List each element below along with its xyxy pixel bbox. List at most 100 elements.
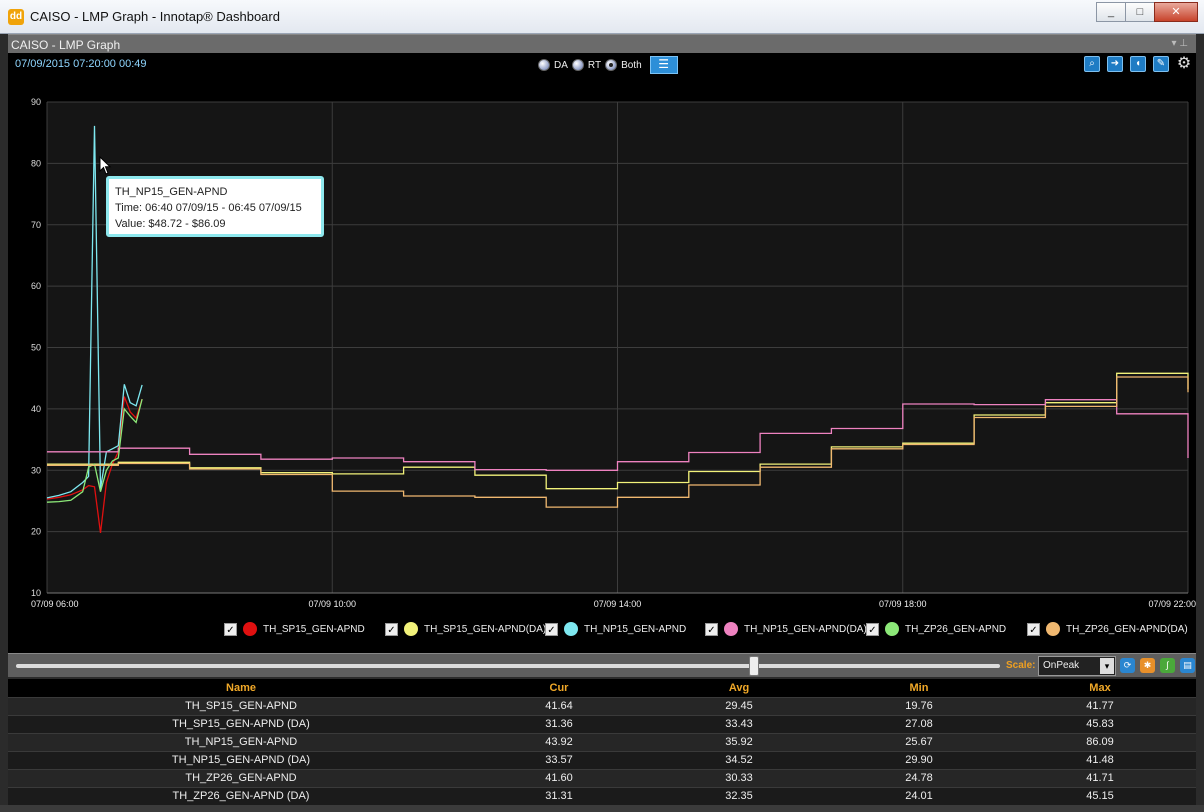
x-tick-label: 07/09 10:00 xyxy=(308,599,356,609)
radio-rt[interactable] xyxy=(571,59,584,71)
window-title: CAISO - LMP Graph - Innotap® Dashboard xyxy=(30,9,280,24)
table-header-row: Name Cur Avg Min Max xyxy=(8,679,1196,697)
scale-label: Scale: xyxy=(1006,660,1036,671)
x-tick-label: 07/09 22:00 xyxy=(1148,599,1196,609)
cell-cur: 41.64 xyxy=(474,696,644,715)
legend-item[interactable]: ✓ TH_NP15_GEN-APND(DA) xyxy=(705,622,867,636)
radio-both[interactable] xyxy=(605,59,618,71)
cell-max: 41.77 xyxy=(1004,696,1196,715)
col-header-avg[interactable]: Avg xyxy=(644,679,834,697)
table-row[interactable]: TH_SP15_GEN-APND (DA) 31.36 33.43 27.08 … xyxy=(8,714,1196,733)
y-tick-label: 70 xyxy=(31,220,41,230)
panel-title: CAISO - LMP Graph xyxy=(11,38,121,52)
cell-name: TH_SP15_GEN-APND (DA) xyxy=(8,714,474,733)
legend-checkbox[interactable]: ✓ xyxy=(224,622,237,636)
forward-icon[interactable]: ➜ xyxy=(1107,56,1123,72)
legend-checkbox[interactable]: ✓ xyxy=(866,622,879,636)
legend-swatch xyxy=(885,622,899,636)
legend-label: TH_NP15_GEN-APND(DA) xyxy=(744,623,867,635)
mode-selector: DA RT Both ☰ xyxy=(538,56,678,74)
cell-name: TH_NP15_GEN-APND xyxy=(8,732,474,751)
legend-swatch xyxy=(243,622,257,636)
cell-max: 45.15 xyxy=(1004,786,1196,805)
legend-checkbox[interactable]: ✓ xyxy=(705,622,718,636)
cell-name: TH_SP15_GEN-APND xyxy=(8,696,474,715)
slider-thumb[interactable] xyxy=(749,656,759,676)
cell-avg: 29.45 xyxy=(644,696,834,715)
scale-select[interactable]: OnPeak ▾ xyxy=(1038,656,1116,676)
zoom-icon[interactable]: ⌕ xyxy=(1084,56,1100,72)
table-row[interactable]: TH_SP15_GEN-APND 41.64 29.45 19.76 41.77 xyxy=(8,696,1196,715)
legend-checkbox[interactable]: ✓ xyxy=(385,622,398,636)
cell-cur: 41.60 xyxy=(474,768,644,787)
cell-min: 25.67 xyxy=(834,732,1004,751)
cell-avg: 30.33 xyxy=(644,768,834,787)
y-tick-label: 20 xyxy=(31,527,41,537)
cell-min: 24.78 xyxy=(834,768,1004,787)
y-tick-label: 10 xyxy=(31,588,41,598)
col-header-cur[interactable]: Cur xyxy=(474,679,644,697)
table-row[interactable]: TH_NP15_GEN-APND 43.92 35.92 25.67 86.09 xyxy=(8,732,1196,751)
cell-name: TH_ZP26_GEN-APND (DA) xyxy=(8,786,474,805)
taskbar-strip xyxy=(0,805,1204,812)
chart-icon[interactable]: ✎ xyxy=(1153,56,1169,72)
chevron-down-icon[interactable]: ▾ xyxy=(1100,658,1114,674)
tooltip-series: TH_NP15_GEN-APND xyxy=(115,186,228,198)
table-row[interactable]: TH_ZP26_GEN-APND 41.60 30.33 24.78 41.71 xyxy=(8,768,1196,787)
cell-min: 19.76 xyxy=(834,696,1004,715)
cell-avg: 32.35 xyxy=(644,786,834,805)
cell-min: 27.08 xyxy=(834,714,1004,733)
cell-max: 86.09 xyxy=(1004,732,1196,751)
cell-avg: 34.52 xyxy=(644,750,834,769)
mouse-cursor-icon xyxy=(99,156,112,175)
cell-avg: 35.92 xyxy=(644,732,834,751)
col-header-name[interactable]: Name xyxy=(8,679,474,697)
minimize-button[interactable]: _ xyxy=(1096,2,1126,22)
legend-swatch xyxy=(404,622,418,636)
window-titlebar: dd CAISO - LMP Graph - Innotap® Dashboar… xyxy=(0,0,1204,34)
legend-checkbox[interactable]: ✓ xyxy=(545,622,558,636)
refresh-icon[interactable]: ⟳ xyxy=(1120,658,1135,673)
current-datetime: 07/09/2015 07:20:00 00:49 xyxy=(15,58,147,70)
col-header-max[interactable]: Max xyxy=(1004,679,1196,697)
legend-item[interactable]: ✓ TH_SP15_GEN-APND xyxy=(224,622,365,636)
maximize-button[interactable]: □ xyxy=(1125,2,1155,22)
graph-board: 07/09/2015 07:20:00 00:49 DA RT Both ☰ ⌕… xyxy=(8,53,1196,653)
x-tick-label: 07/09 14:00 xyxy=(594,599,642,609)
cell-cur: 31.36 xyxy=(474,714,644,733)
panel-pin-icon[interactable]: ▾ ⊥ xyxy=(1171,38,1188,49)
slider-track[interactable] xyxy=(16,664,1000,668)
cell-avg: 33.43 xyxy=(644,714,834,733)
legend-checkbox[interactable]: ✓ xyxy=(1027,622,1040,636)
y-tick-label: 80 xyxy=(31,158,41,168)
scale-select-value: OnPeak xyxy=(1043,660,1080,671)
panel-header: CAISO - LMP Graph ▾ ⊥ xyxy=(8,34,1196,53)
legend-item[interactable]: ✓ TH_ZP26_GEN-APND xyxy=(866,622,1006,636)
x-tick-label: 07/09 18:00 xyxy=(879,599,927,609)
cell-max: 41.71 xyxy=(1004,768,1196,787)
chart-legend: ✓ TH_SP15_GEN-APND ✓ TH_SP15_GEN-APND(DA… xyxy=(8,620,1196,642)
settings-icon[interactable]: ✱ xyxy=(1140,658,1155,673)
y-tick-label: 30 xyxy=(31,465,41,475)
close-button[interactable]: ✕ xyxy=(1154,2,1198,22)
cell-cur: 43.92 xyxy=(474,732,644,751)
slider-buttons: ⟳ ✱ ∫ ▤ xyxy=(1120,658,1195,673)
list-icon[interactable]: ☰ xyxy=(649,56,678,74)
legend-swatch xyxy=(724,622,738,636)
table-row[interactable]: TH_NP15_GEN-APND (DA) 33.57 34.52 29.90 … xyxy=(8,750,1196,769)
gear-icon[interactable]: ⚙ xyxy=(1176,56,1192,72)
sound-icon[interactable]: ◖ xyxy=(1130,56,1146,72)
legend-item[interactable]: ✓ TH_SP15_GEN-APND(DA) xyxy=(385,622,546,636)
line-icon[interactable]: ∫ xyxy=(1160,658,1175,673)
cell-min: 29.90 xyxy=(834,750,1004,769)
radio-da[interactable] xyxy=(538,59,550,71)
table-row[interactable]: TH_ZP26_GEN-APND (DA) 31.31 32.35 24.01 … xyxy=(8,786,1196,805)
legend-item[interactable]: ✓ TH_ZP26_GEN-APND(DA) xyxy=(1027,622,1188,636)
legend-swatch xyxy=(1046,622,1060,636)
cell-cur: 31.31 xyxy=(474,786,644,805)
col-header-min[interactable]: Min xyxy=(834,679,1004,697)
window-controls: _ □ ✕ xyxy=(1096,2,1198,22)
save-icon[interactable]: ▤ xyxy=(1180,658,1195,673)
legend-item[interactable]: ✓ TH_NP15_GEN-APND xyxy=(545,622,686,636)
radio-both-label: Both xyxy=(621,59,642,71)
